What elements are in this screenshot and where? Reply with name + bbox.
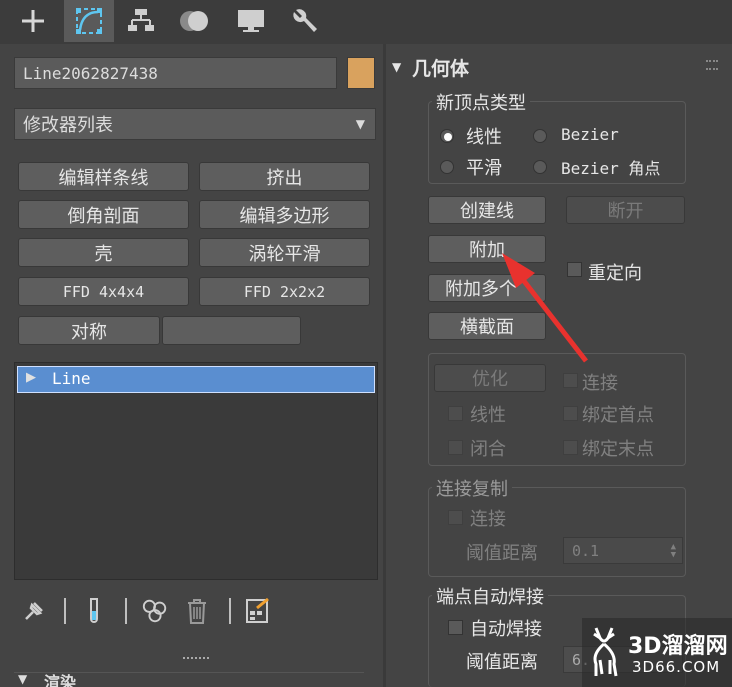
endpoint-weld-title: 端点自动焊接 xyxy=(432,583,548,609)
utilities-tab[interactable] xyxy=(280,0,330,42)
radio-smooth-label: 平滑 xyxy=(466,158,502,179)
turbosmooth-button[interactable]: 涡轮平滑 xyxy=(199,238,370,267)
bind-first-checkbox[interactable] xyxy=(563,406,578,421)
modify-curve-icon xyxy=(76,8,102,34)
collapse-arrow-icon: ▼ xyxy=(392,60,402,74)
stack-item-label: Line xyxy=(52,369,91,388)
connect-copy-threshold-label: 阈值距离 xyxy=(466,543,538,564)
edit-spline-button[interactable]: 编辑样条线 xyxy=(18,162,189,191)
modifier-stack[interactable] xyxy=(14,362,378,580)
endpoint-threshold-label: 阈值距离 xyxy=(466,652,538,673)
expand-arrow-icon[interactable]: ▶ xyxy=(26,370,36,385)
toolbar-divider xyxy=(229,598,231,624)
hierarchy-tab[interactable] xyxy=(116,0,166,42)
resize-grip[interactable] xyxy=(183,657,209,660)
motion-icon xyxy=(180,11,208,31)
radio-linear[interactable] xyxy=(440,129,454,143)
render-rollout-header[interactable]: ▼ 渲染 xyxy=(14,672,364,687)
pin-stack-button[interactable] xyxy=(20,597,48,625)
bind-last-label: 绑定末点 xyxy=(582,439,654,460)
make-unique-icon xyxy=(142,599,167,623)
linear-checkbox[interactable] xyxy=(448,406,463,421)
configure-sets-icon xyxy=(246,597,269,623)
vertex-type-title: 新顶点类型 xyxy=(432,89,530,115)
symmetry-button[interactable]: 对称 xyxy=(18,316,160,345)
display-tab[interactable] xyxy=(226,0,276,42)
radio-bezier-corner[interactable] xyxy=(533,160,547,174)
hierarchy-icon xyxy=(128,9,154,31)
ffd-4x4x4-button[interactable]: FFD 4x4x4 xyxy=(18,277,189,306)
bevel-profile-button[interactable]: 倒角剖面 xyxy=(18,200,189,229)
geometry-title: 几何体 xyxy=(412,58,470,80)
make-unique-button[interactable] xyxy=(141,597,169,625)
ffd-2x2x2-button[interactable]: FFD 2x2x2 xyxy=(199,277,370,306)
modifier-list-label: 修改器列表 xyxy=(23,115,113,136)
connect-copy-threshold-value: 0.1 xyxy=(572,541,600,560)
modifier-list-dropdown[interactable]: 修改器列表 ▼ xyxy=(14,108,376,140)
toolbar-divider xyxy=(64,598,66,624)
motion-tab[interactable] xyxy=(170,0,220,42)
auto-weld-label: 自动焊接 xyxy=(470,619,542,640)
shell-button[interactable]: 壳 xyxy=(18,238,189,267)
display-monitor-icon xyxy=(238,10,264,32)
utilities-wrench-icon xyxy=(293,9,317,33)
render-rollout-title: 渲染 xyxy=(44,673,77,687)
linear-label: 线性 xyxy=(470,405,506,426)
watermark-url: 3D66.COM xyxy=(632,658,721,676)
empty-modifier-slot[interactable] xyxy=(162,316,301,345)
create-tab[interactable] xyxy=(8,0,58,42)
connect-copy-title: 连接复制 xyxy=(432,475,512,501)
connect-checkbox[interactable] xyxy=(563,373,578,388)
edit-poly-button[interactable]: 编辑多边形 xyxy=(199,200,370,229)
pin-icon xyxy=(25,602,43,620)
test-tube-icon xyxy=(90,598,98,623)
watermark-brand: 3D溜溜网 xyxy=(628,634,728,659)
stack-item-line[interactable]: ▶ Line xyxy=(17,366,375,393)
configure-modifier-sets-button[interactable] xyxy=(244,597,272,625)
bind-last-checkbox[interactable] xyxy=(563,440,578,455)
show-end-result-button[interactable] xyxy=(80,597,108,625)
remove-modifier-button[interactable] xyxy=(183,597,211,625)
red-arrow-annotation xyxy=(502,253,588,363)
auto-weld-checkbox[interactable] xyxy=(448,620,463,635)
connect-copy-checkbox[interactable] xyxy=(448,510,463,525)
radio-bezier-corner-label: Bezier 角点 xyxy=(561,159,661,178)
spinner-arrows-icon[interactable]: ▲ ▼ xyxy=(671,542,676,559)
extrude-button[interactable]: 挤出 xyxy=(199,162,370,191)
closed-checkbox[interactable] xyxy=(448,440,463,455)
deer-logo-icon xyxy=(593,627,618,677)
toolbar-divider xyxy=(125,598,127,624)
connect-copy-threshold-spinner[interactable]: 0.1 ▲ ▼ xyxy=(563,537,683,564)
radio-bezier-label: Bezier xyxy=(561,125,619,144)
bind-first-label: 绑定首点 xyxy=(582,405,654,426)
create-plus-icon xyxy=(22,10,44,32)
chevron-down-icon: ▼ xyxy=(355,117,365,131)
watermark: 3D溜溜网 3D66.COM xyxy=(582,618,732,687)
closed-label: 闭合 xyxy=(470,439,506,460)
break-button[interactable]: 断开 xyxy=(566,196,685,224)
radio-linear-label: 线性 xyxy=(466,127,502,148)
connect-label: 连接 xyxy=(582,373,618,394)
modify-tab[interactable] xyxy=(64,0,114,42)
radio-bezier[interactable] xyxy=(533,129,547,143)
geometry-rollout-header[interactable]: ▼ 几何体 xyxy=(392,56,692,82)
connect-copy-label: 连接 xyxy=(470,509,506,530)
radio-smooth[interactable] xyxy=(440,160,454,174)
create-line-button[interactable]: 创建线 xyxy=(428,196,546,224)
object-name-field[interactable]: Line2062827438 xyxy=(14,57,337,89)
rollout-grip-icon[interactable] xyxy=(706,60,718,70)
object-color-swatch[interactable] xyxy=(347,57,375,89)
command-panel-tabs xyxy=(0,0,732,44)
trash-icon xyxy=(188,599,206,624)
